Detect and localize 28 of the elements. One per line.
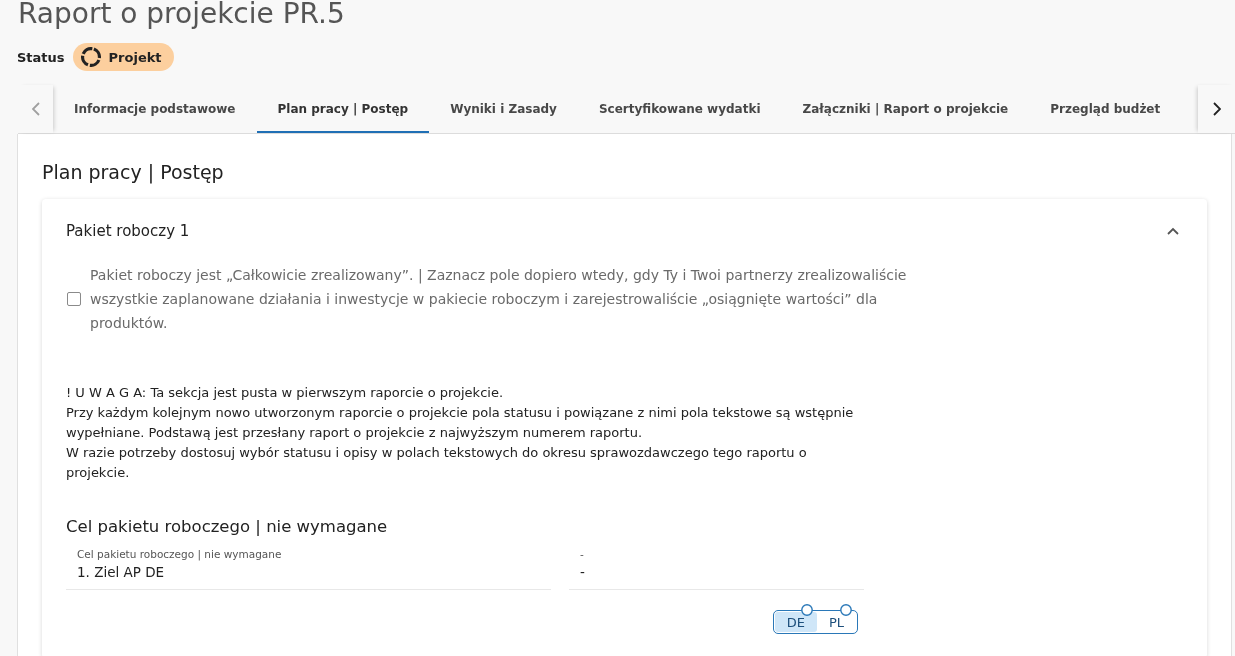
tab[interactable]: Wyniki i Zasady (429, 85, 578, 133)
tab[interactable]: Scertyfikowane wydatki (577, 85, 782, 133)
checkbox-label: Pakiet roboczy jest „Całkowicie zrealizowany”. | Zaznacz pole dopiero wtedy, gdy Ty i Twoi partnerzy zrealizowaliście wszystkie zaplanowane działania i inwestycje w pakiecie roboczym i zarejestrowaliście „osiągnięte wartości” dla produktów. (90, 266, 908, 333)
section-title: Plan pracy | Postęp (42, 160, 225, 184)
status-label: Status (17, 49, 65, 65)
tab[interactable]: Przegląd budżet (1029, 85, 1182, 133)
field-label: Cel pakietu roboczego | nie wymagane (77, 547, 283, 561)
tab[interactable]: Załączniki | Raport o projekcie (781, 85, 1030, 133)
chevron-right-icon (1212, 102, 1221, 116)
text-field[interactable]: Cel pakietu roboczego | nie wymagane 1. Ziel AP DE (66, 547, 551, 590)
checkbox[interactable] (67, 292, 81, 306)
status-text: Projekt (108, 49, 162, 65)
subsection-title: Cel pakietu roboczego | nie wymagane (66, 516, 389, 538)
notice-text: ! U W A G A: Ta sekcja jest pusta w pierwszym raporcie o projekcie. (66, 384, 505, 402)
text-field[interactable]: - - (569, 547, 864, 590)
notice-text: W razie potrzeby dostosuj wybór statusu i opisy w polach tekstowych do okresu sprawozdawczego tego raportu o projekcie. (66, 444, 808, 482)
work-package-title: Pakiet roboczy 1 (66, 222, 190, 240)
chevron-left-icon (31, 102, 40, 116)
tab[interactable]: Informacje podstawowe (53, 85, 257, 133)
language-button[interactable]: DE (774, 612, 817, 632)
field-label: - (580, 547, 585, 561)
field-value: 1. Ziel AP DE (77, 563, 166, 582)
field-value: - (580, 563, 586, 582)
scroll-right-button[interactable] (1198, 85, 1235, 133)
notice-text: Przy każdym kolejnym nowo utworzonym raporcie o projekcie pola statusu i powiązane z nimi pola tekstowe są wstępnie wypełniane. Podstawą jest przesłany raport o projekcie z najwyższym numerem raportu. (66, 404, 855, 442)
dashed-ring-icon (80, 47, 101, 67)
chevron-up-icon[interactable] (1167, 227, 1179, 235)
page-title: Raport o projekcie PR.5 (18, 0, 346, 31)
